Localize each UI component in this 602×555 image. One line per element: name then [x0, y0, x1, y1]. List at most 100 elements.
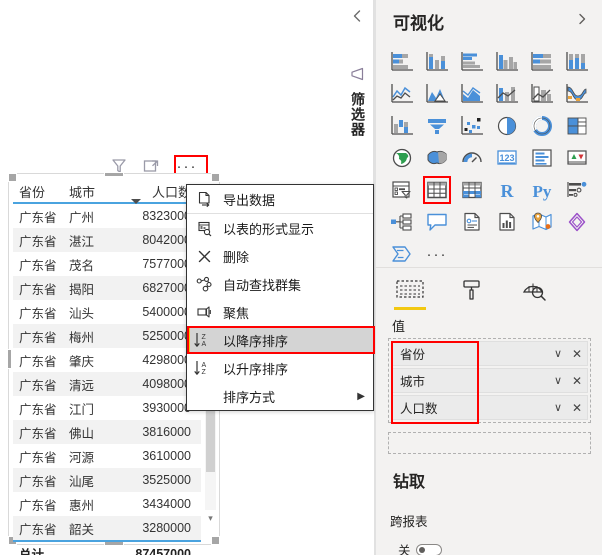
line-chart-icon[interactable]	[385, 79, 419, 109]
value-field-row[interactable]: 人口数 ∨ ✕	[391, 395, 588, 420]
cell-city: 惠州	[69, 498, 95, 513]
value-field-row[interactable]: 省份 ∨ ✕	[391, 341, 588, 366]
column-header-population[interactable]: 人口数	[115, 182, 197, 204]
arcgis-map-icon[interactable]	[525, 207, 559, 237]
total-value: 87457000	[135, 546, 191, 555]
q-and-a-icon[interactable]	[420, 207, 454, 237]
empty-field-well[interactable]	[388, 432, 591, 454]
chevron-down-icon[interactable]: ∨	[549, 401, 567, 414]
funnel-chart-icon[interactable]	[420, 111, 454, 141]
column-header-city[interactable]: 城市	[67, 182, 115, 201]
key-influencers-icon[interactable]	[560, 175, 594, 205]
cell-population: 3930000	[142, 401, 191, 415]
more-visuals-button[interactable]: ···	[420, 239, 454, 269]
table-row[interactable]: 广东省 汕尾 3525000	[13, 468, 201, 492]
analytics-tab[interactable]	[514, 272, 554, 308]
100-stacked-column-chart-icon[interactable]	[560, 47, 594, 77]
map-icon[interactable]	[385, 143, 419, 173]
line-and-stacked-column-chart-icon[interactable]	[490, 79, 524, 109]
table-header-row: 省份 城市 人口数	[13, 178, 201, 204]
cell-province: 广东省	[19, 306, 57, 321]
menu-item-show-as-table-icon[interactable]: 以表的形式显示	[187, 214, 373, 242]
scroll-down-chevron-icon[interactable]: ▾	[205, 510, 216, 526]
values-field-well[interactable]: 省份 ∨ ✕ 城市 ∨ ✕ 人口数 ∨ ✕	[388, 338, 591, 424]
resize-handle-top-center[interactable]	[104, 172, 124, 177]
value-field-row[interactable]: 城市 ∨ ✕	[391, 368, 588, 393]
table-row[interactable]: 广东省 韶关 3280000	[13, 516, 201, 540]
matrix-icon[interactable]	[455, 175, 489, 205]
slicer-icon[interactable]	[385, 175, 419, 205]
power-bi-report-screen: ··· 省份 城市 人口数 广东省 广州 8323000 广东省 湛江 8042…	[0, 0, 602, 555]
smart-narrative-icon[interactable]	[455, 207, 489, 237]
chevron-right-icon[interactable]	[575, 12, 589, 26]
cell-population: 5400000	[142, 305, 191, 319]
stacked-area-chart-icon[interactable]	[455, 79, 489, 109]
ribbon-chart-icon[interactable]	[560, 79, 594, 109]
filled-map-icon[interactable]	[420, 143, 454, 173]
table-row[interactable]: 广东省 河源 3610000	[13, 444, 201, 468]
power-automate-icon[interactable]	[385, 239, 419, 269]
decomposition-tree-icon[interactable]	[385, 207, 419, 237]
table-row[interactable]: 广东省 汕头 5400000	[13, 300, 201, 324]
area-chart-icon[interactable]	[420, 79, 454, 109]
table-row[interactable]: 广东省 江门 3930000	[13, 396, 201, 420]
table-row[interactable]: 广东省 惠州 3434000	[13, 492, 201, 516]
multi-row-card-icon[interactable]	[525, 143, 559, 173]
menu-item-sort-descending-icon[interactable]: Z A 以降序排序	[187, 326, 375, 354]
r-script-visual-icon[interactable]: R	[490, 175, 524, 205]
clustered-column-chart-icon[interactable]	[490, 47, 524, 77]
remove-field-icon[interactable]: ✕	[567, 347, 587, 361]
chevron-down-icon[interactable]: ∨	[549, 347, 567, 360]
table-row[interactable]: 广东省 湛江 8042000	[13, 228, 201, 252]
menu-item-remove-x-icon[interactable]: 删除	[187, 242, 373, 270]
100-stacked-bar-chart-icon[interactable]	[525, 47, 559, 77]
format-tab[interactable]	[452, 272, 492, 308]
table-row[interactable]: 广东省 佛山 3816000	[13, 420, 201, 444]
pie-chart-icon[interactable]	[490, 111, 524, 141]
menu-item-spotlight-icon[interactable]: 聚焦	[187, 298, 373, 326]
scatter-chart-icon[interactable]	[455, 111, 489, 141]
table-icon[interactable]	[420, 175, 454, 205]
table-row[interactable]: 广东省 肇庆 4298000	[13, 348, 201, 372]
stacked-bar-chart-icon[interactable]	[385, 47, 419, 77]
menu-item-sort-by[interactable]: 排序方式 ▶	[187, 382, 373, 410]
table-row[interactable]: 广东省 广州 8323000	[13, 204, 201, 228]
chevron-left-icon[interactable]	[349, 8, 365, 24]
menu-item-export-data-icon[interactable]: 导出数据	[187, 185, 373, 213]
table-row[interactable]: 广东省 揭阳 6827000	[13, 276, 201, 300]
card-icon[interactable]: 123	[490, 143, 524, 173]
donut-chart-icon[interactable]	[525, 111, 559, 141]
table-row[interactable]: 广东省 清远 4098000	[13, 372, 201, 396]
line-and-clustered-column-chart-icon[interactable]	[525, 79, 559, 109]
remove-field-icon[interactable]: ✕	[567, 401, 587, 415]
menu-item-sort-ascending-icon[interactable]: A Z 以升序排序	[187, 354, 373, 382]
filters-pane-label[interactable]: 筛选器	[348, 92, 368, 137]
waterfall-chart-icon[interactable]	[385, 111, 419, 141]
resize-handle-bottom-right[interactable]	[211, 536, 220, 545]
toggle-switch-off[interactable]	[415, 543, 442, 555]
menu-item-label: 以表的形式显示	[223, 221, 315, 237]
table-row[interactable]: 广东省 茂名 7577000	[13, 252, 201, 276]
column-header-province[interactable]: 省份	[13, 182, 67, 201]
menu-item-auto-find-clusters-icon[interactable]: 自动查找群集	[187, 270, 373, 298]
gauge-icon[interactable]	[455, 143, 489, 173]
cell-province: 广东省	[19, 498, 57, 513]
resize-handle-left-center[interactable]	[7, 349, 12, 369]
clustered-bar-chart-icon[interactable]	[455, 47, 489, 77]
cell-population: 3610000	[142, 449, 191, 463]
paginated-report-icon[interactable]	[490, 207, 524, 237]
cell-province: 广东省	[19, 378, 57, 393]
power-apps-icon[interactable]	[560, 207, 594, 237]
table-row[interactable]: 广东省 梅州 5250000	[13, 324, 201, 348]
fields-tab[interactable]	[390, 272, 430, 310]
treemap-icon[interactable]	[560, 111, 594, 141]
remove-field-icon[interactable]: ✕	[567, 374, 587, 388]
remove-x-icon	[191, 246, 217, 266]
kpi-icon[interactable]	[560, 143, 594, 173]
context-menu-items: 导出数据以表的形式显示删除 自动查找群集 聚焦 Z A 以降序排序 A Z 以升序排序 排序方式 ▶	[187, 185, 375, 410]
stacked-column-chart-icon[interactable]	[420, 47, 454, 77]
chevron-down-icon[interactable]: ∨	[549, 374, 567, 387]
python-visual-icon[interactable]: Py	[525, 175, 559, 205]
cross-report-toggle[interactable]: 关	[398, 540, 442, 555]
resize-handle-top-right[interactable]	[211, 173, 220, 182]
